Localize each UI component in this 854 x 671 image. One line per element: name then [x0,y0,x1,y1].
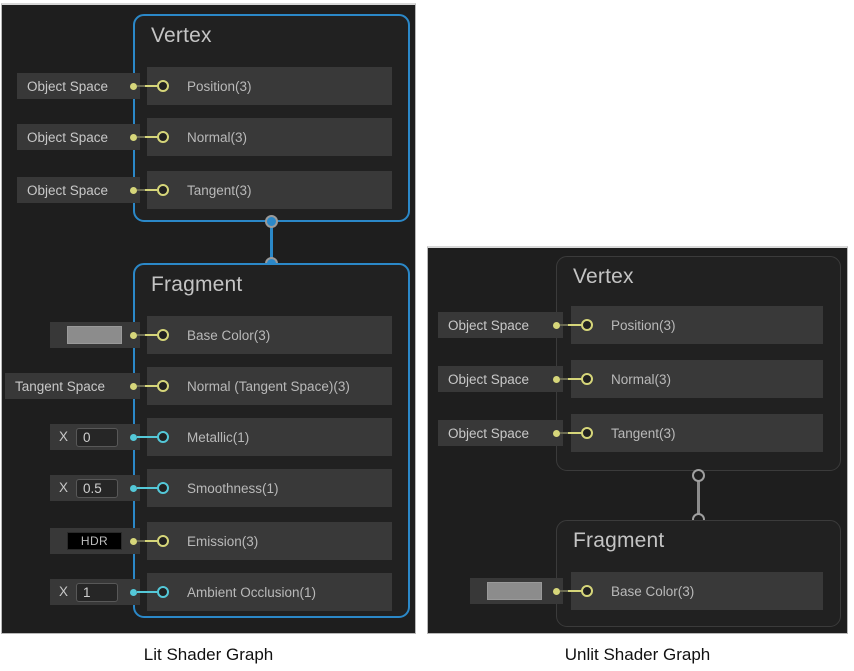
unlit-vertex-default-position[interactable]: Object Space [438,312,563,338]
unlit-vertex-block-normal[interactable]: Normal(3) [571,360,823,398]
lit-fragment-block-ambient-occlusion[interactable]: Ambient Occlusion(1) [147,573,392,611]
lit-fragment-wire-smoothness [137,487,159,489]
lit-fragment-outdot-ambient-occlusion [130,589,137,596]
lit-vertex-default-position[interactable]: Object Space [17,73,140,99]
block-label: Emission(3) [187,533,259,549]
lit-fragment-block-emission[interactable]: Emission(3) [147,522,392,560]
block-label: Base Color(3) [187,327,271,343]
lit-fragment-block-metallic[interactable]: Metallic(1) [147,418,392,456]
unlit-vertex-outdot-tangent [553,430,560,437]
block-label: Smoothness(1) [187,480,279,496]
unlit-vertex-block-position[interactable]: Position(3) [571,306,823,344]
metallic-axis-label: X [59,429,69,444]
lit-vertex-default-tangent[interactable]: Object Space [17,177,140,203]
lit-vertex-block-normal[interactable]: Normal(3) [147,118,392,156]
lit-fragment-default-normal[interactable]: Tangent Space [5,373,140,399]
lit-fragment-outdot-metallic [130,434,137,441]
lit-vertex-default-normal[interactable]: Object Space [17,124,140,150]
block-label: Normal(3) [611,371,672,387]
unlit-vertex-default-tangent[interactable]: Object Space [438,420,563,446]
lit-fragment-wire-metallic [137,436,159,438]
lit-vertex-block-tangent[interactable]: Tangent(3) [147,171,392,209]
block-label: Tangent(3) [187,182,252,198]
lit-vertex-outdot-position [130,83,137,90]
lit-fragment-default-base-color[interactable] [50,322,140,348]
dropdown-value: Object Space [27,78,109,94]
unlit-vertex-default-normal[interactable]: Object Space [438,366,563,392]
dropdown-value: Tangent Space [15,378,106,394]
unlit-fragment-block-base-color[interactable]: Base Color(3) [571,572,823,610]
lit-fragment-outdot-base-color [130,332,137,339]
lit-fragment-outdot-smoothness [130,485,137,492]
numfield-value: 0 [83,430,91,445]
metallic-value-input[interactable]: 0 [76,428,118,447]
lit-vertex-outdot-tangent [130,187,137,194]
numfield-value: 0.5 [83,481,102,496]
hdr-color-swatch[interactable]: HDR [67,532,122,550]
unlit-fragment-title: Fragment [573,529,665,552]
lit-fragment-block-smoothness[interactable]: Smoothness(1) [147,469,392,507]
numfield-value: 1 [83,585,91,600]
lit-fragment-wire-normal [145,385,159,387]
unlit-fragment-default-base-color[interactable] [470,578,563,604]
dropdown-value: Object Space [448,317,530,333]
dropdown-value: Object Space [448,425,530,441]
dropdown-value: Object Space [27,182,109,198]
lit-fragment-outdot-normal [130,383,137,390]
lit-fragment-title: Fragment [151,273,243,296]
block-label: Ambient Occlusion(1) [187,584,317,600]
lit-stack-connector-dot-top[interactable] [265,215,278,228]
lit-vertex-wire-tangent [145,189,159,191]
smoothness-axis-label: X [59,480,69,495]
hdr-label: HDR [80,534,109,548]
ambient-occlusion-axis-label: X [59,584,69,599]
lit-fragment-outdot-emission [130,538,137,545]
lit-fragment-wire-ambient-occlusion [137,591,159,593]
block-label: Base Color(3) [611,583,695,599]
lit-shader-graph-panel: Vertex Position(3) Normal(3) Tangent(3) … [1,3,416,634]
block-label: Tangent(3) [611,425,676,441]
block-label: Position(3) [187,78,252,94]
unlit-stack-connector-dot-top[interactable] [692,469,705,482]
lit-vertex-block-position[interactable]: Position(3) [147,67,392,105]
color-swatch[interactable] [487,582,542,600]
lit-vertex-outdot-normal [130,134,137,141]
lit-fragment-wire-base-color [145,334,159,336]
lit-graph-caption: Lit Shader Graph [143,645,274,664]
unlit-vertex-wire-position [568,324,583,326]
lit-vertex-wire-position [145,85,159,87]
unlit-vertex-title: Vertex [573,265,634,288]
unlit-graph-caption: Unlit Shader Graph [564,645,711,664]
unlit-vertex-outdot-position [553,322,560,329]
lit-fragment-wire-emission [145,540,159,542]
lit-fragment-block-normal[interactable]: Normal (Tangent Space)(3) [147,367,392,405]
unlit-vertex-outdot-normal [553,376,560,383]
unlit-shader-graph-panel: Vertex Position(3) Normal(3) Tangent(3) … [427,246,848,634]
unlit-fragment-outdot-base-color [553,588,560,595]
block-label: Position(3) [611,317,676,333]
block-label: Normal (Tangent Space)(3) [187,378,350,394]
ambient-occlusion-value-input[interactable]: 1 [76,583,118,602]
dropdown-value: Object Space [448,371,530,387]
dropdown-value: Object Space [27,129,109,145]
lit-vertex-wire-normal [145,136,159,138]
block-label: Normal(3) [187,129,248,145]
block-label: Metallic(1) [187,429,250,445]
smoothness-value-input[interactable]: 0.5 [76,479,118,498]
unlit-fragment-wire-base-color [568,590,583,592]
unlit-vertex-wire-normal [568,378,583,380]
unlit-vertex-block-tangent[interactable]: Tangent(3) [571,414,823,452]
lit-fragment-default-emission[interactable]: HDR [50,528,140,554]
lit-vertex-title: Vertex [151,24,212,47]
unlit-vertex-wire-tangent [568,432,583,434]
color-swatch[interactable] [67,326,122,344]
lit-fragment-block-base-color[interactable]: Base Color(3) [147,316,392,354]
